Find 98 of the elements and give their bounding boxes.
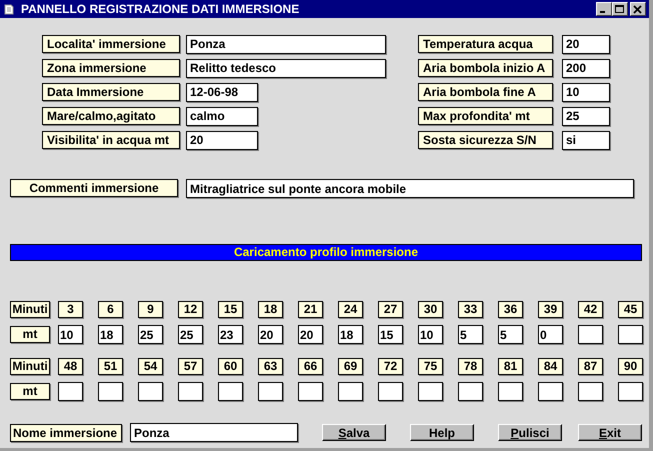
minute-label: 27 [378,301,403,318]
input-field[interactable]: 25 [178,325,203,344]
input-field[interactable]: Relitto tedesco [186,58,386,78]
input-field[interactable]: 12-06-98 [186,82,258,102]
input-field[interactable]: 25 [138,325,163,344]
field-label: Aria bombola fine A [418,83,553,101]
input-field[interactable] [218,382,243,401]
input-field[interactable] [298,382,323,401]
minute-label: 33 [458,301,483,318]
input-field[interactable]: Mitragliatrice sul ponte ancora mobile [186,179,634,198]
section-header: Caricamento profilo immersione [10,244,642,261]
minute-label: 39 [538,301,563,318]
input-field[interactable] [378,382,403,401]
minute-label: 87 [578,358,603,375]
input-field[interactable]: Ponza [186,34,386,54]
minute-label: 21 [298,301,323,318]
input-field[interactable] [258,382,283,401]
minute-label: 6 [98,301,123,318]
input-field[interactable] [338,382,363,401]
input-field[interactable]: 15 [378,325,403,344]
window-title: PANNELLO REGISTRAZIONE DATI IMMERSIONE [21,2,300,16]
minute-label: 30 [418,301,443,318]
close-icon[interactable] [630,2,646,16]
field-label: Nome immersione [10,424,122,442]
minute-label: 48 [58,358,83,375]
input-field[interactable]: Ponza [130,423,298,442]
input-field[interactable] [458,382,483,401]
input-field[interactable]: 20 [186,130,258,150]
input-field[interactable]: 20 [562,34,610,54]
minute-label: 9 [138,301,163,318]
field-label: Sosta sicurezza S/N [418,131,553,149]
button[interactable]: Exit [578,424,642,441]
window-icon [4,3,16,15]
minute-label: 78 [458,358,483,375]
input-field[interactable] [618,325,643,344]
maximize-icon[interactable] [612,2,628,16]
minute-label: 45 [618,301,643,318]
row-label: mt [10,383,50,400]
minute-label: 42 [578,301,603,318]
input-field[interactable]: 25 [562,106,610,126]
minute-label: 81 [498,358,523,375]
input-field[interactable]: 10 [418,325,443,344]
input-field[interactable]: si [562,130,610,150]
minute-label: 54 [138,358,163,375]
field-label: Zona immersione [42,59,180,77]
button[interactable]: Salva [322,424,386,441]
minute-label: 84 [538,358,563,375]
input-field[interactable]: 23 [218,325,243,344]
minute-label: 51 [98,358,123,375]
row-label: Minuti [10,358,50,375]
minimize-icon[interactable] [596,2,612,16]
input-field[interactable]: 20 [298,325,323,344]
input-field[interactable]: 5 [498,325,523,344]
input-field[interactable] [178,382,203,401]
minute-label: 66 [298,358,323,375]
field-label: Mare/calmo,agitato [42,107,180,125]
input-field[interactable] [538,382,563,401]
input-field[interactable]: 10 [58,325,83,344]
input-field[interactable] [578,382,603,401]
minute-label: 24 [338,301,363,318]
input-field[interactable]: 10 [562,82,610,102]
field-label: Data Immersione [42,83,180,101]
minute-label: 63 [258,358,283,375]
row-label: mt [10,326,50,343]
input-field[interactable] [578,325,603,344]
minute-label: 75 [418,358,443,375]
minute-label: 15 [218,301,243,318]
field-label: Commenti immersione [10,179,178,197]
input-field[interactable] [498,382,523,401]
input-field[interactable] [138,382,163,401]
input-field[interactable] [98,382,123,401]
minute-label: 36 [498,301,523,318]
input-field[interactable]: 18 [338,325,363,344]
input-field[interactable]: 200 [562,58,610,78]
field-label: Temperatura acqua [418,35,553,53]
row-label: Minuti [10,301,50,318]
minute-label: 60 [218,358,243,375]
field-label: Localita' immersione [42,35,180,53]
minute-label: 57 [178,358,203,375]
field-label: Visibilita' in acqua mt [42,131,180,149]
input-field[interactable]: 20 [258,325,283,344]
field-label: Aria bombola inizio A [418,59,553,77]
button[interactable]: Help [410,424,474,441]
minute-label: 69 [338,358,363,375]
input-field[interactable] [418,382,443,401]
input-field[interactable]: 5 [458,325,483,344]
input-field[interactable]: calmo [186,106,258,126]
minute-label: 72 [378,358,403,375]
input-field[interactable] [58,382,83,401]
minute-label: 3 [58,301,83,318]
minute-label: 12 [178,301,203,318]
input-field[interactable]: 0 [538,325,563,344]
input-field[interactable] [618,382,643,401]
field-label: Max profondita' mt [418,107,553,125]
input-field[interactable]: 18 [98,325,123,344]
minute-label: 90 [618,358,643,375]
minute-label: 18 [258,301,283,318]
button[interactable]: Pulisci [498,424,562,441]
